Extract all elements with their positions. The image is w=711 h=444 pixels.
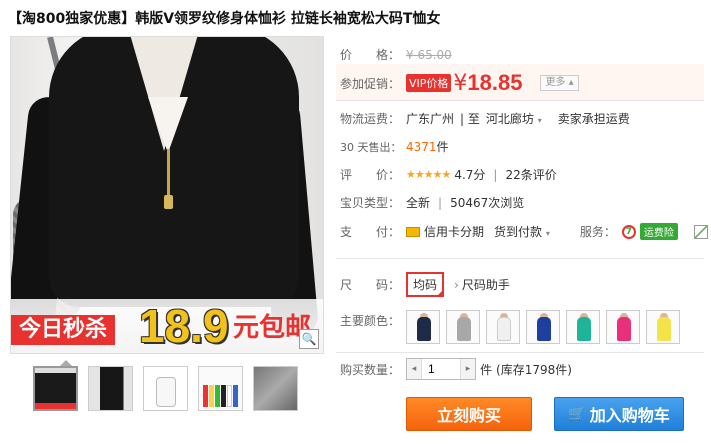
thumbnail-4[interactable] [198, 366, 243, 411]
cod-label: 货到付款 [494, 225, 543, 239]
size-option-selected[interactable]: 均码 [406, 272, 445, 297]
chevron-down-icon: ▾ [545, 229, 550, 238]
garment-color [617, 317, 631, 341]
garment-color [537, 317, 551, 341]
chevron-down-icon: ▾ [537, 116, 542, 125]
rating-row: 评 价： ★★★★★ 4.7分 | 22条评价 [340, 166, 557, 183]
rating-label: 评 价： [340, 168, 401, 182]
seven-day-return-icon[interactable]: 7 [621, 224, 636, 239]
shipping-label: 物流运费： [340, 112, 401, 126]
rating-score: 4.7分 [454, 168, 486, 182]
quantity-input[interactable] [421, 359, 461, 379]
cart-icon: 🛒 [568, 406, 586, 422]
color-swatch[interactable] [406, 310, 440, 344]
ship-to-selector[interactable]: 河北廊坊 ▾ [486, 110, 542, 127]
selected-check-icon [436, 289, 445, 297]
color-swatch[interactable] [486, 310, 520, 344]
magnifier-icon[interactable]: 🔍 [299, 329, 319, 349]
more-label: 更多 [545, 77, 566, 88]
cod-option[interactable]: 货到付款 ▾ [494, 223, 550, 240]
thumbnail-2[interactable] [88, 366, 133, 411]
color-swatch-list [406, 310, 680, 344]
sales-row: 30 天售出： 4371 件 [340, 138, 449, 155]
size-helper-label: 尺码助手 [461, 278, 510, 292]
buy-now-button[interactable]: 立刻购买 [406, 397, 532, 431]
item-type-label: 宝贝类型： [340, 196, 401, 210]
size-label: 尺 码： [340, 278, 401, 292]
zipper [167, 149, 170, 199]
garment-color [657, 317, 671, 341]
product-title: 【淘800独家优惠】韩版V领罗纹修身体恤衫 拉链长袖宽松大码T恤女 [8, 11, 441, 27]
color-swatch[interactable] [606, 310, 640, 344]
sales-unit: 件 [436, 140, 449, 154]
price-row: 价 格： ¥ 65.00 [340, 46, 452, 63]
add-to-cart-button[interactable]: 🛒 加入购物车 [554, 397, 684, 431]
item-condition: 全新 [406, 196, 431, 210]
payment-label: 支 付： [340, 225, 401, 239]
ship-to-separator: | 至 [460, 112, 480, 126]
promo-price: 18.9 [139, 300, 229, 352]
credit-card-icon [406, 226, 420, 237]
garment-color [497, 317, 511, 341]
service-label: 服务： [579, 225, 616, 239]
thumbnail-5[interactable] [253, 366, 298, 411]
thumbnail-3[interactable] [143, 366, 188, 411]
stock-count: (库存1798件) [496, 362, 572, 377]
promo-tag: 今日秒杀 [11, 315, 116, 345]
quantity-label: 购买数量： [340, 362, 401, 377]
zipper-pull [164, 195, 173, 209]
review-count-link[interactable]: 22条评价 [505, 166, 556, 183]
divider [336, 100, 704, 101]
service-more-icon[interactable] [693, 224, 708, 239]
original-price: ¥ 65.00 [406, 47, 452, 62]
size-row: 尺 码： 均码 › 尺码助手 [340, 272, 510, 297]
divider [336, 258, 704, 259]
chevron-right-icon: › [454, 278, 459, 292]
color-swatch[interactable] [566, 310, 600, 344]
divider [336, 352, 704, 353]
sales-label: 30 天售出： [340, 140, 402, 154]
promotion-label: 参加促销： [340, 76, 401, 91]
garment-color [577, 317, 591, 341]
promotion-row: 参加促销： VIP价格 ¥ 18.85 更多 ▴ [340, 70, 579, 96]
quantity-row: 购买数量： ◂ ▸ 件 (库存1798件) [340, 358, 572, 380]
color-swatch[interactable] [446, 310, 480, 344]
shipping-fee: 卖家承担运费 [557, 112, 630, 126]
color-swatch[interactable] [646, 310, 680, 344]
add-to-cart-label: 加入购物车 [589, 406, 670, 425]
shipping-insurance-badge[interactable]: 运费险 [639, 223, 678, 240]
main-product-image[interactable]: 今日秒杀 18.9 元包邮 🔍 [10, 36, 324, 354]
quantity-unit: 件 [480, 362, 493, 377]
currency-symbol: ¥ [453, 70, 468, 96]
chevron-up-icon: ▴ [568, 77, 574, 88]
star-rating-icon: ★★★★★ [406, 168, 451, 181]
shipping-row: 物流运费： 广东广州 | 至 河北廊坊 ▾ 卖家承担运费 [340, 110, 630, 127]
current-price: 18.85 [467, 70, 523, 95]
thumbnail-strip [33, 366, 298, 411]
size-option-label: 均码 [413, 278, 438, 292]
rating-separator: | [493, 167, 498, 182]
color-label: 主要颜色： [340, 314, 401, 328]
item-type-row: 宝贝类型： 全新 | 50467次浏览 [340, 194, 524, 211]
vip-badge: VIP价格 [406, 74, 452, 92]
garment-color [417, 317, 431, 341]
credit-installment-link[interactable]: 信用卡分期 [424, 223, 484, 240]
price-label: 价 格： [340, 48, 401, 62]
increment-icon[interactable]: ▸ [461, 359, 475, 379]
thumbnail-1[interactable] [33, 366, 78, 411]
sales-count: 4371 [406, 139, 437, 154]
more-promotions-button[interactable]: 更多 ▴ [540, 75, 579, 91]
item-type-separator: | [438, 195, 443, 210]
ship-to: 河北廊坊 [485, 112, 534, 126]
garment-color [457, 317, 471, 341]
ship-from: 广东广州 [406, 112, 455, 126]
view-count: 50467次浏览 [450, 196, 525, 210]
color-swatch[interactable] [526, 310, 560, 344]
quantity-stepper: ◂ ▸ [406, 358, 476, 380]
size-helper-link[interactable]: › 尺码助手 [454, 276, 510, 293]
decrement-icon[interactable]: ◂ [407, 359, 421, 379]
payment-row: 支 付： 信用卡分期 货到付款 ▾ 服务： 7 运费险 [340, 223, 708, 240]
color-row: 主要颜色： [340, 310, 680, 344]
